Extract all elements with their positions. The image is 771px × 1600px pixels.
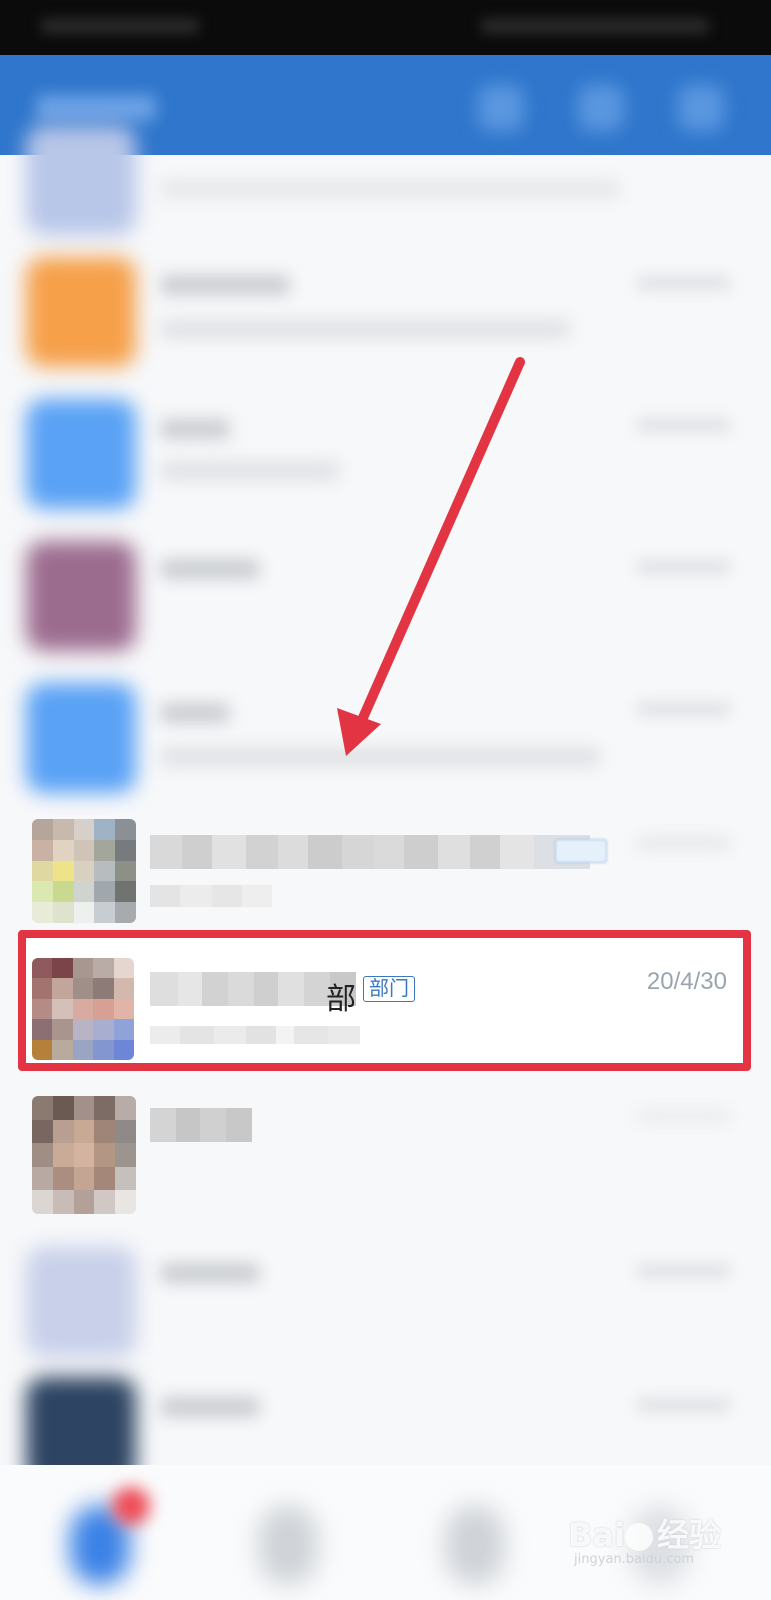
watermark-brand2: 经验 xyxy=(656,1516,721,1554)
tab-contacts[interactable] xyxy=(258,1505,318,1585)
watermark-brand: Bai xyxy=(568,1516,625,1554)
watermark-url: jingyan.baidu.com xyxy=(574,1552,694,1567)
arrow-annotation-icon xyxy=(337,357,525,756)
unread-badge xyxy=(112,1487,150,1525)
baidu-watermark: Bai 经验 jingyan.baidu.com xyxy=(568,1510,721,1567)
tab-workspace[interactable] xyxy=(445,1505,505,1585)
paw-logo-icon xyxy=(624,1523,653,1551)
